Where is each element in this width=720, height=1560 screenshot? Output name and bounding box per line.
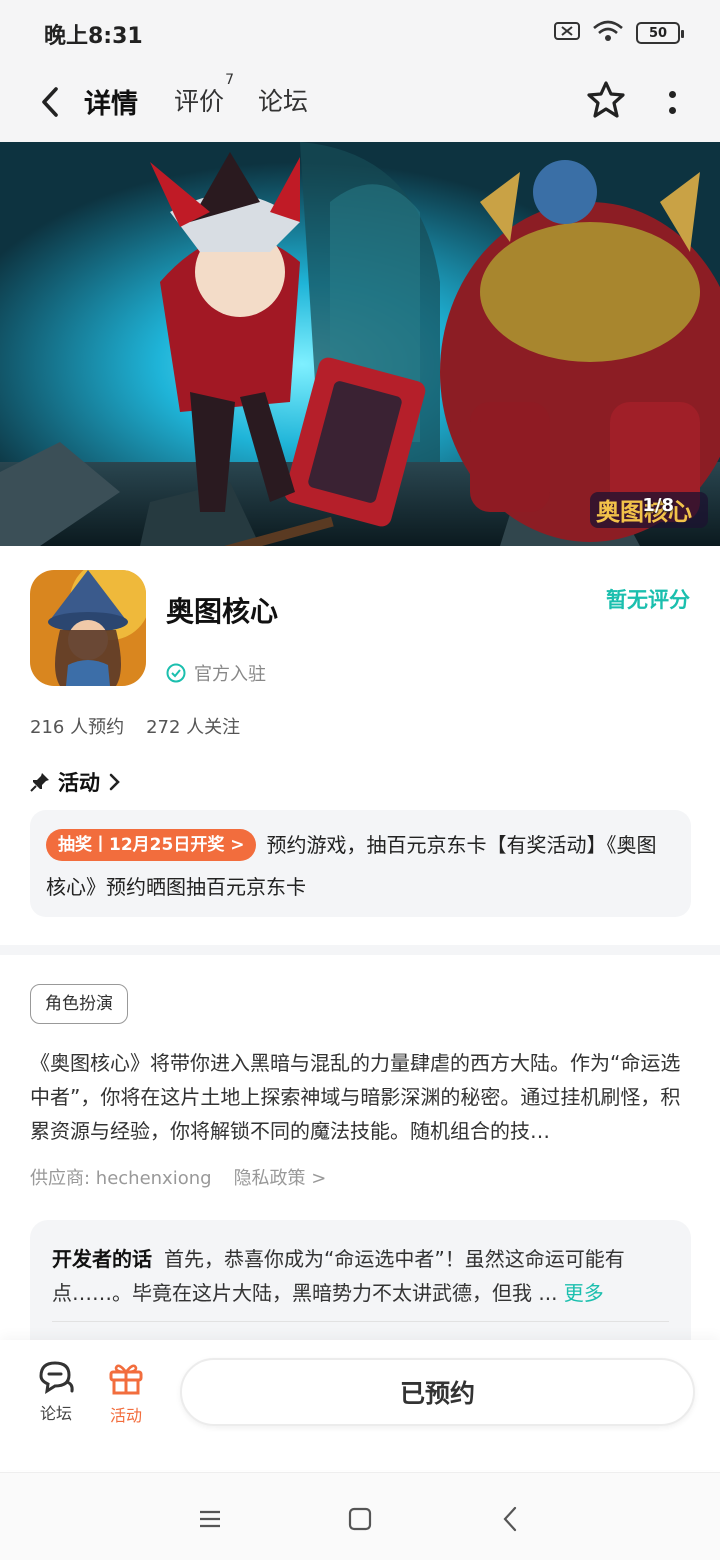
more-dot bbox=[668, 106, 676, 114]
supplier-row: 供应商: hechenxiong 隐私政策 > bbox=[30, 1164, 326, 1190]
menu-icon bbox=[200, 1510, 220, 1528]
reserved-button[interactable]: 已预约 bbox=[180, 1358, 695, 1426]
back-button[interactable] bbox=[30, 80, 70, 124]
section-divider bbox=[0, 945, 720, 955]
back-chevron-icon bbox=[42, 87, 58, 117]
developer-note-more-link[interactable]: 更多 bbox=[564, 1281, 604, 1305]
bottom-action-bar: 论坛 活动 已预约 bbox=[0, 1340, 720, 1470]
developer-note-divider bbox=[52, 1321, 669, 1322]
system-home-button[interactable] bbox=[340, 1501, 380, 1537]
gift-icon bbox=[109, 1364, 143, 1395]
system-nav-bar bbox=[0, 1472, 720, 1560]
tab-detail-label: 详情 bbox=[84, 89, 138, 120]
more-vertical-icon bbox=[668, 90, 676, 98]
home-square-icon bbox=[348, 1507, 372, 1531]
tab-review-count: 7 bbox=[225, 72, 235, 88]
star-icon bbox=[587, 81, 625, 118]
developer-note-card[interactable]: 开发者的话 首先，恭喜你成为“命运选中者”！虽然这命运可能有点……。毕竟在这片大陆… bbox=[30, 1220, 691, 1360]
bottom-activity-button[interactable]: 活动 bbox=[96, 1360, 156, 1426]
system-back-button[interactable] bbox=[490, 1501, 530, 1537]
game-title: 奥图核心 bbox=[166, 595, 279, 628]
top-nav: 详情 评价 7 论坛 bbox=[0, 64, 720, 142]
game-icon bbox=[30, 570, 146, 686]
verified-icon bbox=[166, 663, 186, 683]
bottom-activity-label: 活动 bbox=[109, 1406, 142, 1425]
tab-detail[interactable]: 详情 bbox=[82, 82, 142, 121]
back-triangle-icon bbox=[503, 1506, 517, 1532]
sim-off-icon bbox=[554, 21, 580, 45]
supplier-label: 供应商: hechenxiong bbox=[30, 1168, 212, 1189]
tab-review[interactable]: 评价 7 bbox=[174, 72, 234, 118]
favorite-button[interactable] bbox=[584, 78, 628, 122]
activity-heading: 活动 bbox=[58, 771, 100, 795]
more-button[interactable] bbox=[660, 82, 684, 122]
status-icons: 50 bbox=[554, 20, 684, 46]
banner-carousel[interactable]: 奥图核心 1/8 bbox=[0, 142, 720, 546]
follower-count: 272 人关注 bbox=[146, 717, 241, 738]
reservation-count: 216 人预约 bbox=[30, 717, 125, 738]
wifi-icon bbox=[592, 20, 624, 46]
official-label: 官方入驻 bbox=[194, 664, 266, 685]
banner-artwork: 奥图核心 bbox=[0, 142, 720, 546]
tab-review-label: 评价 bbox=[174, 87, 225, 116]
tab-forum-label: 论坛 bbox=[258, 87, 309, 116]
battery-icon: 50 bbox=[636, 22, 684, 44]
genre-tag[interactable]: 角色扮演 bbox=[30, 984, 128, 1024]
official-badge: 官方入驻 bbox=[166, 660, 266, 686]
lottery-tag: 抽奖丨12月25日开奖 > bbox=[46, 829, 257, 861]
status-time: 晚上8:31 bbox=[44, 24, 143, 49]
developer-note-label: 开发者的话 bbox=[52, 1247, 152, 1271]
tab-forum[interactable]: 论坛 bbox=[258, 82, 308, 118]
banner-page-counter: 1/8 bbox=[642, 495, 674, 516]
activity-header[interactable]: 活动 bbox=[30, 767, 122, 797]
privacy-policy-link[interactable]: 隐私政策 > bbox=[234, 1164, 327, 1190]
chevron-right-icon bbox=[109, 773, 120, 791]
bottom-forum-label: 论坛 bbox=[39, 1404, 72, 1423]
chat-icon bbox=[39, 1361, 74, 1394]
pin-icon bbox=[30, 773, 49, 792]
rating-label: 暂无评分 bbox=[606, 588, 690, 612]
game-stats: 216 人预约 272 人关注 bbox=[30, 713, 240, 739]
game-description[interactable]: 《奥图核心》将带你进入黑暗与混乱的力量肆虐的西方大陆。作为“命运选中者”，你将在… bbox=[30, 1046, 692, 1148]
status-bar: 晚上8:31 50 bbox=[0, 0, 720, 64]
activity-card[interactable]: 抽奖丨12月25日开奖 > 预约游戏，抽百元京东卡【有奖活动】《奥图核心》预约晒图… bbox=[30, 810, 691, 917]
system-menu-button[interactable] bbox=[190, 1501, 230, 1537]
bottom-forum-button[interactable]: 论坛 bbox=[26, 1360, 86, 1424]
